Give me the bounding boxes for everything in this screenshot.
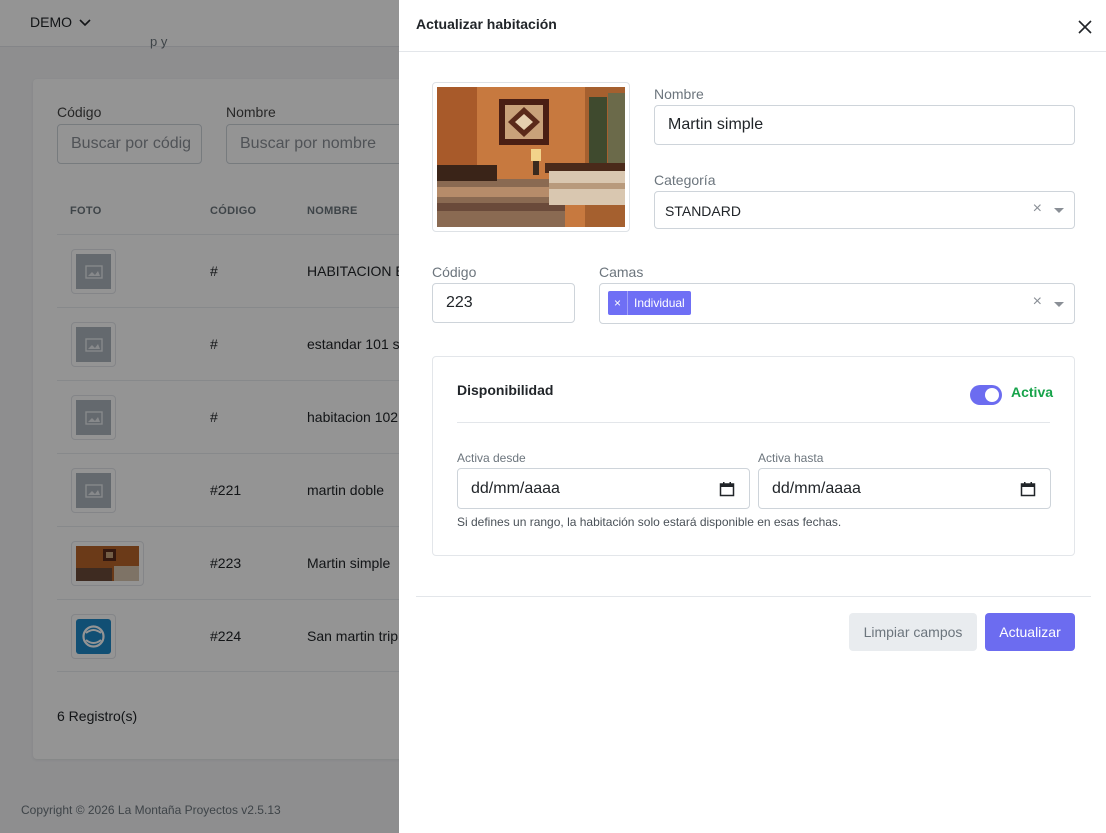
camas-label: Camas: [599, 264, 644, 280]
active-from-value: dd/mm/aaaa: [471, 480, 560, 497]
close-button[interactable]: [1073, 15, 1097, 39]
codigo-input[interactable]: 223: [432, 283, 575, 323]
update-room-drawer: Actualizar habitación Nombre Martin simp…: [399, 0, 1106, 833]
availability-status: Activa: [1011, 384, 1054, 400]
drawer-title: Actualizar habitación: [416, 16, 557, 32]
tag-remove-button[interactable]: ×: [608, 291, 628, 315]
active-from-date-input[interactable]: dd/mm/aaaa: [457, 468, 750, 509]
divider: [416, 596, 1091, 597]
active-until-label: Activa hasta: [758, 451, 824, 465]
clear-fields-button[interactable]: Limpiar campos: [849, 613, 977, 651]
nombre-input[interactable]: Martin simple: [654, 105, 1075, 145]
active-until-date-input[interactable]: dd/mm/aaaa: [758, 468, 1051, 509]
camas-multiselect[interactable]: × Individual ×: [599, 283, 1075, 324]
availability-section: Disponibilidad Activa Activa desde dd/mm…: [432, 356, 1075, 556]
codigo-label: Código: [432, 264, 477, 280]
drawer-header: Actualizar habitación: [399, 0, 1106, 52]
cama-tag-individual: × Individual: [608, 291, 691, 315]
calendar-icon[interactable]: [719, 481, 735, 497]
divider: [457, 422, 1050, 423]
room-photo[interactable]: [432, 82, 630, 232]
categoria-clear-button[interactable]: ×: [1033, 200, 1042, 218]
chevron-down-icon[interactable]: [1054, 302, 1064, 307]
update-button[interactable]: Actualizar: [985, 613, 1075, 651]
tag-label: Individual: [634, 296, 685, 310]
availability-title: Disponibilidad: [457, 382, 554, 398]
toggle-knob: [985, 388, 999, 402]
room-photo-image: [437, 87, 625, 227]
active-until-value: dd/mm/aaaa: [772, 480, 861, 497]
availability-help-text: Si defines un rango, la habitación solo …: [457, 515, 842, 529]
calendar-icon[interactable]: [1020, 481, 1036, 497]
chevron-down-icon[interactable]: [1054, 208, 1064, 213]
close-icon: [1078, 20, 1092, 34]
categoria-selected-value: STANDARD: [665, 203, 741, 219]
active-from-label: Activa desde: [457, 451, 526, 465]
camas-clear-button[interactable]: ×: [1033, 293, 1042, 311]
nombre-label: Nombre: [654, 86, 704, 102]
availability-toggle[interactable]: [970, 385, 1002, 405]
categoria-label: Categoría: [654, 172, 716, 188]
categoria-select[interactable]: STANDARD ×: [654, 191, 1075, 229]
